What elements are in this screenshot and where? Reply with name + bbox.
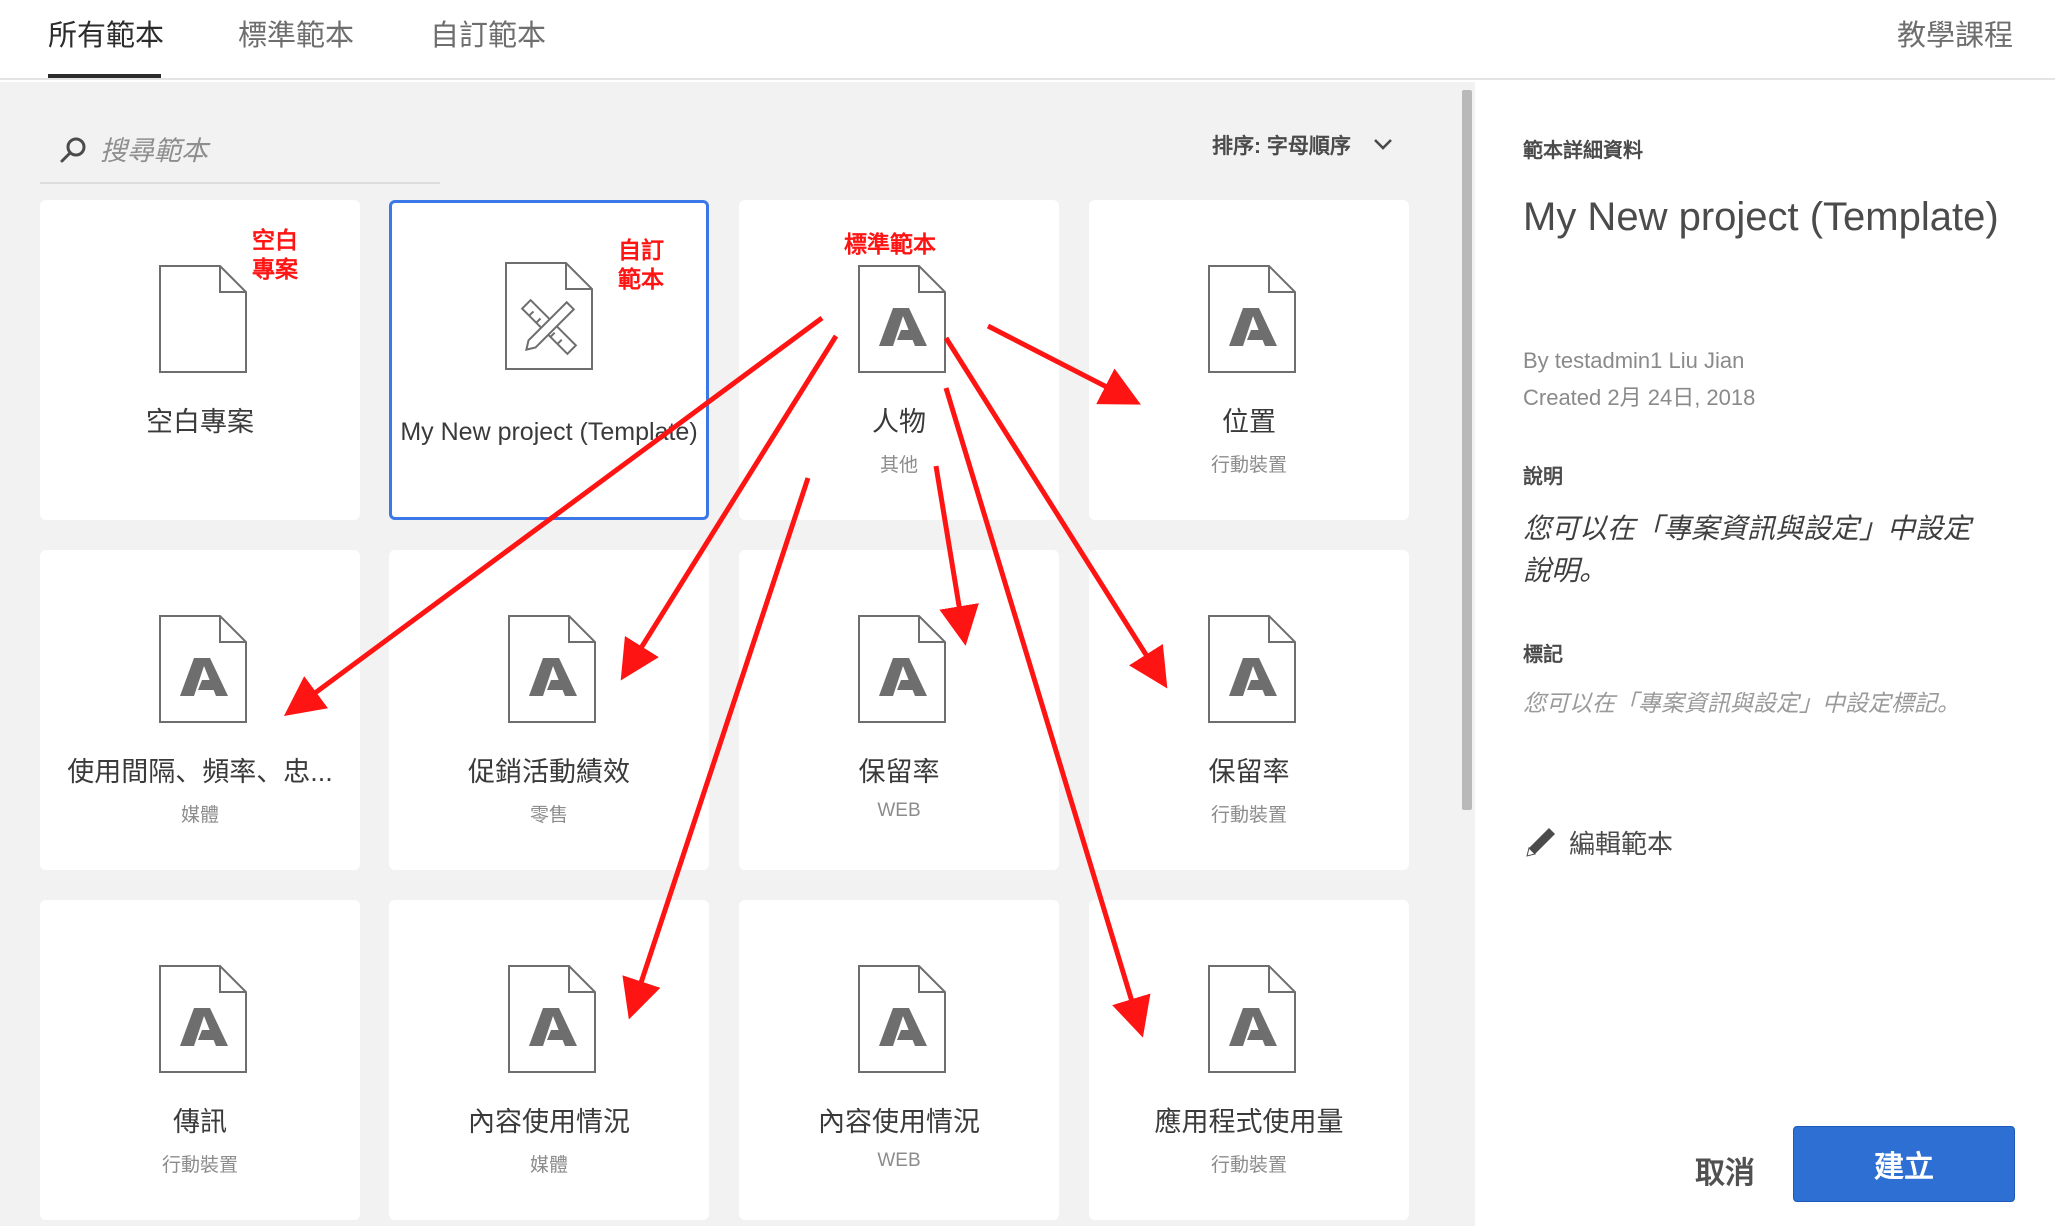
annotation-line: 範本 [618,266,664,292]
template-card-app-usage[interactable]: 應用程式使用量 行動裝置 [1089,900,1409,1220]
card-category: 媒體 [180,805,219,826]
card-category: 零售 [529,805,568,826]
template-card-campaign-performance[interactable]: 促銷活動績效 零售 [389,550,709,870]
sort-dropdown-label[interactable]: 排序: 字母順序 [1212,130,1351,160]
card-title: 傳訊 [173,1107,227,1137]
card-category: WEB [877,1150,921,1171]
card-category: 行動裝置 [161,1155,238,1176]
details-created-date: Created 2月 24日, 2018 [1523,385,1756,410]
template-card-content-usage-web[interactable]: 內容使用情況 WEB [739,900,1059,1220]
annotation-line: 自訂 [618,237,664,263]
gallery-scrollbar[interactable] [1458,82,1475,1226]
template-card-retention-web[interactable]: 保留率 WEB [739,550,1059,870]
template-card-interval-frequency[interactable]: 使用間隔、頻率、忠... 媒體 [40,550,360,870]
annotation-standard-template: 標準範本 [844,231,936,257]
card-category: WEB [877,800,921,821]
card-category: 行動裝置 [1210,455,1287,476]
scrollbar-thumb[interactable] [1462,90,1472,810]
details-tags: 您可以在「專案資訊與設定」中設定標記。 [1523,690,1960,716]
template-card-blank-project[interactable]: 空白專案 [40,200,360,520]
card-category: 媒體 [529,1155,568,1176]
card-title: My New project (Template) [400,418,698,446]
adobe-document-icon [508,615,596,723]
template-card-messaging[interactable]: 傳訊 行動裝置 [40,900,360,1220]
template-search [40,120,440,184]
chevron-down-icon[interactable] [1372,136,1394,152]
template-card-retention-mobile[interactable]: 保留率 行動裝置 [1089,550,1409,870]
annotation-line: 專案 [252,256,298,282]
template-details-panel: 範本詳細資料 My New project (Template) By test… [1475,82,2055,1226]
adobe-document-icon [858,965,946,1073]
tab-custom-templates[interactable]: 自訂範本 [430,12,546,54]
edit-template-label: 編輯範本 [1569,829,1674,859]
adobe-document-icon [159,615,247,723]
adobe-document-icon [1208,965,1296,1073]
create-button[interactable]: 建立 [1793,1126,2015,1202]
template-card-location[interactable]: 位置 行動裝置 [1089,200,1409,520]
custom-template-document-icon [505,262,593,370]
card-title: 人物 [872,407,926,437]
card-title: 使用間隔、頻率、忠... [67,757,333,787]
active-tab-indicator [48,74,161,78]
card-title: 促銷活動績效 [468,757,630,787]
top-tab-bar: 所有範本 標準範本 自訂範本 教學課程 [0,0,2055,80]
adobe-document-icon [1208,615,1296,723]
card-category: 其他 [879,455,918,476]
search-input[interactable] [100,128,430,174]
adobe-document-icon [858,615,946,723]
card-title: 保留率 [858,757,940,787]
tutorial-link[interactable]: 教學課程 [1897,12,2013,54]
card-title: 位置 [1222,407,1276,437]
card-title: 內容使用情況 [468,1107,630,1137]
details-heading: 範本詳細資料 [1523,140,1643,162]
template-card-content-usage-media[interactable]: 內容使用情況 媒體 [389,900,709,1220]
card-title: 空白專案 [146,407,254,437]
blank-document-icon [159,265,247,373]
details-template-title: My New project (Template) [1523,195,1999,239]
card-title: 保留率 [1208,757,1290,787]
annotation-line: 空白 [252,227,298,253]
details-description-label: 說明 [1523,466,1563,488]
search-icon [60,137,86,163]
card-category: 行動裝置 [1210,1155,1287,1176]
adobe-document-icon [858,265,946,373]
card-title: 內容使用情況 [818,1107,980,1137]
tab-all-templates[interactable]: 所有範本 [48,12,164,54]
cancel-button[interactable]: 取消 [1655,1144,1795,1196]
details-description: 您可以在「專案資訊與設定」中設定說明。 [1523,513,1972,586]
adobe-document-icon [159,965,247,1073]
card-category: 行動裝置 [1210,805,1287,826]
card-title: 應用程式使用量 [1154,1107,1344,1137]
pencil-icon [1526,828,1555,857]
details-tags-label: 標記 [1523,644,1563,666]
template-browser: 所有範本 標準範本 自訂範本 教學課程 排序: 字母順序 空白專案 [0,0,2055,1226]
tab-standard-templates[interactable]: 標準範本 [238,12,354,54]
adobe-document-icon [1208,265,1296,373]
adobe-document-icon [508,965,596,1073]
annotation-blank-project: 空白 專案 [252,226,298,284]
annotation-custom-template: 自訂 範本 [618,236,664,294]
details-author: By testadmin1 Liu Jian [1523,348,1745,373]
